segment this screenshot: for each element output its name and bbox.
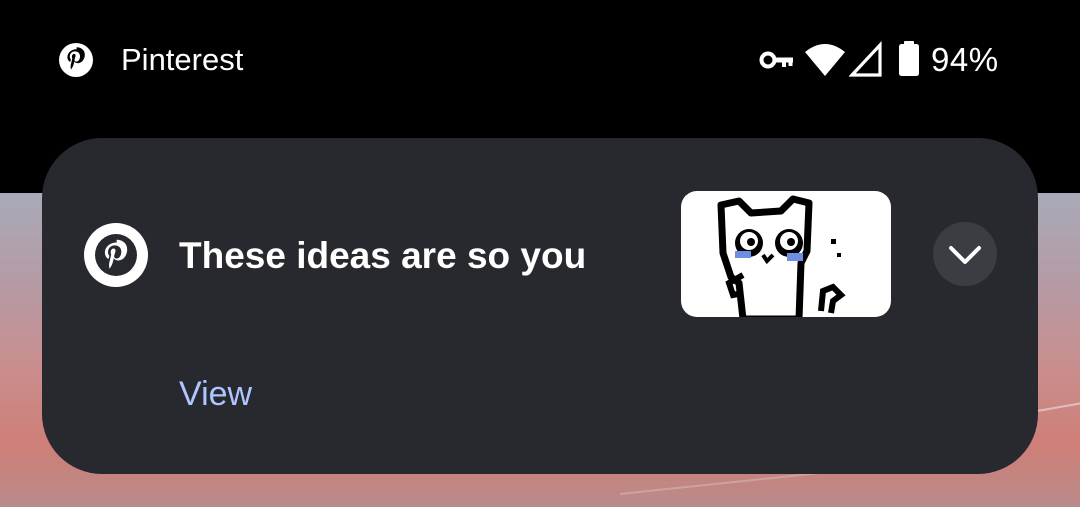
chevron-down-icon <box>933 222 997 286</box>
battery-percentage: 94% <box>931 41 999 78</box>
pinterest-icon <box>58 42 94 78</box>
cell-signal-icon <box>848 38 883 82</box>
pinterest-icon <box>84 223 148 287</box>
notification-title: These ideas are so you <box>179 235 587 276</box>
notification-card[interactable]: These ideas are so you View <box>42 138 1038 474</box>
view-action-button[interactable]: View <box>179 372 252 416</box>
vpn-key-icon <box>759 38 795 82</box>
status-bar: Pinterest 94% <box>0 0 1080 120</box>
expand-button[interactable] <box>933 222 997 286</box>
notification-thumbnail <box>681 191 891 317</box>
wifi-icon <box>804 38 846 82</box>
battery-icon <box>897 38 921 82</box>
lock-screen: Pinterest 94% These ideas are so you Vie… <box>0 0 1080 507</box>
status-app-name: Pinterest <box>121 42 244 77</box>
